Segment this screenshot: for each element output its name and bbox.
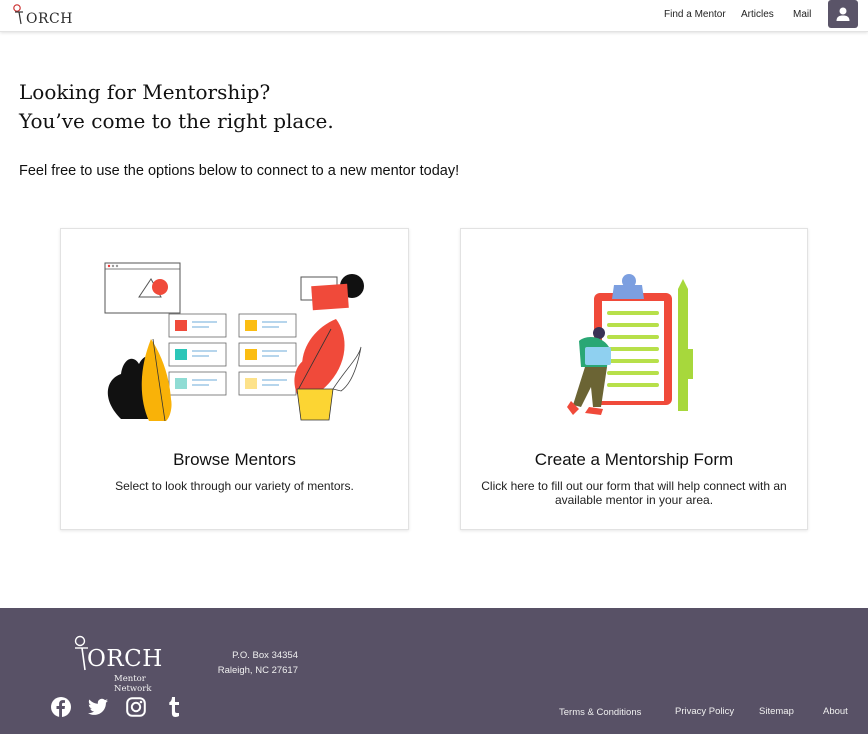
page-title-line1: Looking for Mentorship? (19, 80, 271, 104)
footer-logo[interactable]: ORCH Mentor Network (73, 635, 183, 694)
footer-address: P.O. Box 34354 Raleigh, NC 27617 (214, 648, 298, 678)
footer-link-sitemap[interactable]: Sitemap (759, 706, 794, 717)
browse-mentors-title: Browse Mentors (173, 450, 296, 469)
account-button[interactable] (828, 0, 858, 28)
torch-logo-icon (13, 4, 23, 25)
address-line2: Raleigh, NC 27617 (217, 665, 298, 676)
mentorship-form-title: Create a Mentorship Form (534, 450, 734, 469)
form-illustration (567, 274, 693, 415)
twitter-link[interactable] (87, 696, 109, 718)
mentorship-form-card[interactable]: Create a Mentorship Form Click here to f… (460, 228, 808, 530)
instagram-link[interactable] (125, 696, 147, 718)
nav-mail[interactable]: Mail (793, 9, 811, 20)
browse-mentors-card[interactable]: Browse Mentors Select to look through ou… (60, 228, 409, 530)
top-navbar: ORCH Find a Mentor Articles Mail (0, 0, 868, 32)
facebook-link[interactable] (50, 696, 72, 718)
twitter-icon (88, 698, 108, 715)
footer-link-terms[interactable]: Terms & Conditions (559, 707, 641, 718)
page-title: Looking for Mentorship? You’ve come to t… (19, 78, 334, 136)
footer-link-about[interactable]: About (823, 706, 848, 717)
browse-mentors-description: Select to look through our variety of me… (115, 479, 354, 493)
site-footer: ORCH Mentor Network P.O. Box 34354 Ralei… (0, 608, 868, 734)
nav-find-mentor[interactable]: Find a Mentor (664, 9, 726, 20)
page-title-line2: You’ve come to the right place. (19, 109, 334, 133)
tumblr-icon (169, 697, 179, 717)
browse-illustration (104, 262, 364, 422)
footer-link-privacy[interactable]: Privacy Policy (675, 706, 734, 717)
facebook-icon (51, 697, 71, 717)
tumblr-link[interactable] (163, 696, 185, 718)
logo-text: ORCH (26, 11, 73, 27)
person-icon (836, 7, 850, 21)
site-logo[interactable]: ORCH (12, 3, 73, 27)
footer-logo-text: ORCH (87, 646, 163, 672)
mentorship-form-description: Click here to fill out our form that wil… (481, 479, 787, 507)
footer-logo-subtitle: Mentor Network (114, 674, 152, 694)
nav-articles[interactable]: Articles (741, 9, 774, 20)
instagram-icon (126, 697, 146, 717)
page-subtitle: Feel free to use the options below to co… (19, 163, 460, 179)
address-line1: P.O. Box 34354 (232, 650, 298, 661)
